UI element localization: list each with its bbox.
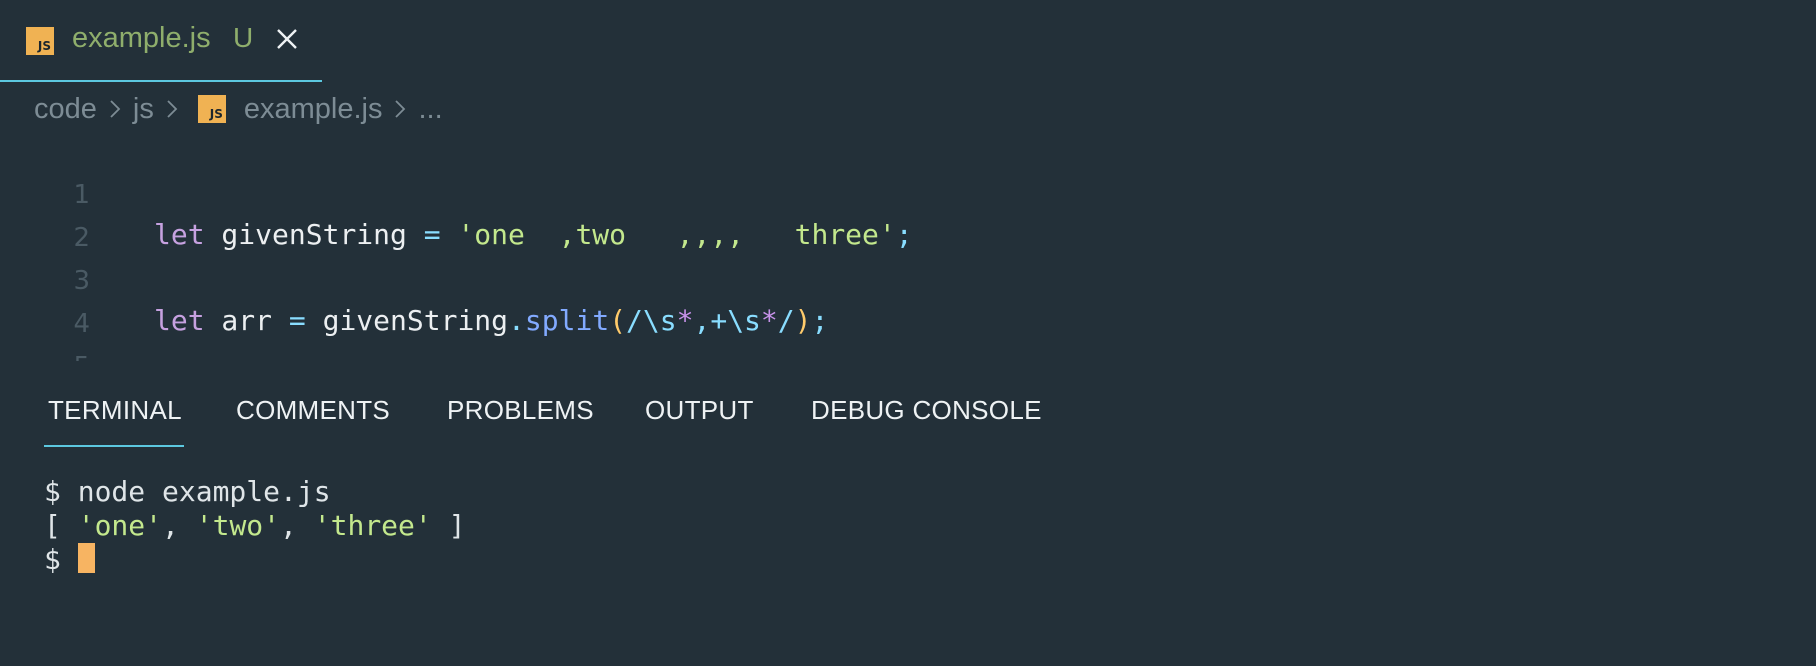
output-comma: ,: [280, 509, 314, 542]
breadcrumb: code js JS example.js ...: [34, 89, 443, 129]
code-text: let arr = givenString.split(/\s*,+\s*/);: [154, 301, 828, 341]
command-text: node example.js: [77, 475, 331, 508]
panel-tab-bar: TERMINAL COMMENTS PROBLEMS OUTPUT DEBUG …: [0, 385, 1816, 447]
active-tab-indicator: [44, 445, 184, 447]
breadcrumb-item-js[interactable]: js: [133, 93, 154, 126]
tab-debug-console[interactable]: DEBUG CONSOLE: [811, 395, 1042, 426]
code-line-1: 1 let givenString = 'one ,two ,,,, three…: [0, 135, 912, 251]
tab-output[interactable]: OUTPUT: [645, 395, 754, 426]
tab-bar: JS example.js U: [0, 0, 1816, 82]
output-bracket: [: [44, 509, 78, 542]
output-string: 'three': [313, 509, 432, 542]
output-comma: ,: [162, 509, 196, 542]
untracked-status-badge: U: [233, 22, 254, 53]
line-number: 5: [60, 347, 90, 361]
regex: /\s: [626, 304, 677, 337]
string-literal: 'one ,two ,,,, three': [440, 218, 896, 251]
identifier: arr: [204, 304, 289, 337]
tab-title: example.js: [72, 22, 211, 54]
tab-comments[interactable]: COMMENTS: [236, 395, 390, 426]
output-string: 'two': [195, 509, 281, 542]
code-text: let givenString = 'one ,two ,,,, three';: [154, 215, 913, 255]
terminal-line: $ node example.js: [44, 475, 1744, 509]
editor-window: JS example.js U code js JS example.js ..…: [0, 0, 1816, 666]
chevron-right-icon: [167, 100, 178, 118]
function-name: split: [524, 304, 610, 337]
paren: ): [794, 304, 812, 337]
operator: =: [423, 218, 441, 251]
prompt: $: [44, 475, 61, 508]
identifier: givenString: [204, 218, 424, 251]
semicolon: ;: [811, 304, 829, 337]
terminal-cursor: [77, 543, 95, 573]
code-line-5: 5 console.log(arr);: [0, 307, 101, 361]
member-dot: .: [508, 304, 525, 337]
regex: ,+\s: [693, 304, 761, 337]
semicolon: ;: [895, 218, 913, 251]
javascript-file-icon: JS: [26, 27, 54, 55]
code-line-2: 2: [0, 178, 101, 253]
chevron-right-icon: [395, 100, 406, 118]
code-editor[interactable]: 1 let givenString = 'one ,two ,,,, three…: [0, 135, 1816, 361]
output-bracket: ]: [431, 509, 466, 542]
output-string: 'one': [77, 509, 163, 542]
operator: =: [288, 304, 306, 337]
prompt: $: [44, 543, 61, 576]
code-line-3: 3 let arr = givenString.split(/\s*,+\s*/…: [0, 221, 828, 337]
breadcrumb-item-code[interactable]: code: [34, 93, 97, 126]
code-line-4: 4: [0, 264, 101, 339]
regex-quantifier: *: [760, 304, 778, 337]
breadcrumb-item-symbols[interactable]: ...: [418, 93, 442, 126]
terminal-line: [ 'one', 'two', 'three' ]: [44, 509, 1744, 543]
tab-terminal[interactable]: TERMINAL: [48, 395, 182, 426]
terminal-line: $: [44, 543, 1744, 577]
identifier: givenString: [305, 304, 509, 337]
paren: (: [609, 304, 627, 337]
breadcrumb-item-file[interactable]: example.js: [244, 93, 383, 126]
keyword: let: [154, 304, 205, 337]
tab-problems[interactable]: PROBLEMS: [447, 395, 594, 426]
regex: /: [777, 304, 795, 337]
tab-example-js[interactable]: JS example.js U: [0, 0, 322, 82]
regex-quantifier: *: [676, 304, 694, 337]
keyword: let: [154, 218, 205, 251]
chevron-right-icon: [110, 100, 121, 118]
terminal-output[interactable]: $ node example.js [ 'one', 'two', 'three…: [44, 475, 1744, 577]
close-icon[interactable]: [274, 26, 300, 52]
javascript-file-icon: JS: [197, 95, 226, 123]
